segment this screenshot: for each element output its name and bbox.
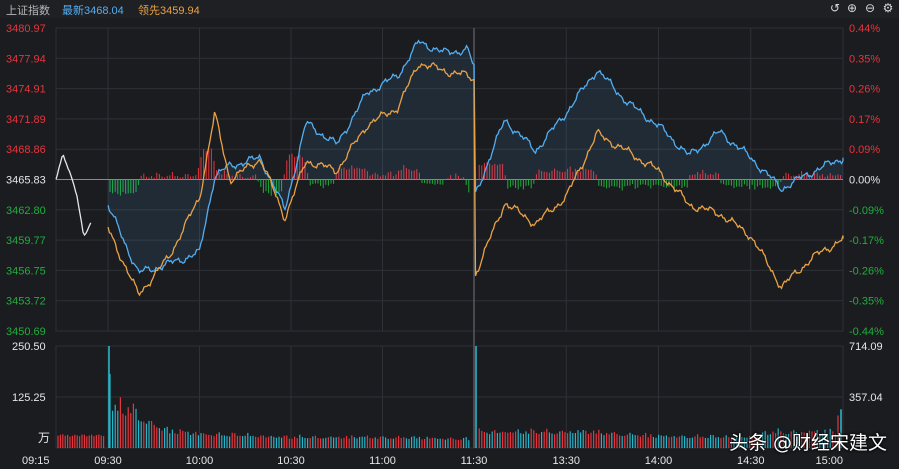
watermark: 头条 @财经宋建文 <box>728 432 887 454</box>
y-tick-label-left: 3468.86 <box>6 144 46 156</box>
x-tick-label: 09:30 <box>94 455 122 467</box>
x-tick-label: 11:00 <box>369 455 396 467</box>
y-tick-label-left: 3453.72 <box>6 296 46 308</box>
y-tick-label-right: 0.09% <box>849 144 880 156</box>
y-tick-label-left: 3471.89 <box>6 114 46 126</box>
volume-tick-label-left: 250.50 <box>12 341 46 353</box>
y-tick-label-left: 3474.91 <box>6 84 46 96</box>
volume-tick-label-left: 125.25 <box>12 392 46 404</box>
y-tick-label-right: 0.17% <box>849 114 880 126</box>
y-tick-label-left: 3456.75 <box>6 265 46 277</box>
x-tick-label: 13:30 <box>552 455 580 467</box>
y-tick-label-left: 3477.94 <box>6 53 46 65</box>
x-tick-label: 14:30 <box>737 455 765 467</box>
y-tick-label-right: -0.44% <box>849 326 884 338</box>
y-tick-label-right: -0.35% <box>849 296 884 308</box>
intraday-chart: 3480.97 0.44% 3477.94 0.35% 3474.91 0.26% 3471… <box>6 23 884 467</box>
volume-tick-label-right: 357.04 <box>849 392 883 404</box>
y-tick-label-right: 0.35% <box>849 53 880 65</box>
y-tick-label-left: 3462.80 <box>6 205 46 217</box>
x-tick-label: 14:00 <box>645 455 673 467</box>
volume-unit-label: 万 <box>38 431 50 445</box>
y-tick-label-left: 3450.69 <box>6 326 46 338</box>
y-tick-label-right: 0.00% <box>849 175 880 187</box>
x-tick-label: 10:00 <box>186 455 214 467</box>
x-tick-label: 09:15 <box>22 455 50 467</box>
x-tick-label: 11:30 <box>461 455 488 467</box>
y-tick-label-right: 0.26% <box>849 84 880 96</box>
x-tick-label: 10:30 <box>277 455 305 467</box>
y-tick-label-left: 3459.77 <box>6 235 46 247</box>
y-tick-label-left: 3465.83 <box>6 175 46 187</box>
y-tick-label-right: -0.26% <box>849 265 884 277</box>
x-tick-label: 15:00 <box>815 455 843 467</box>
y-tick-label-right: -0.17% <box>849 235 884 247</box>
y-tick-label-left: 3480.97 <box>6 23 46 35</box>
y-tick-label-right: -0.09% <box>849 205 884 217</box>
y-tick-label-right: 0.44% <box>849 23 880 35</box>
volume-tick-label-right: 714.09 <box>849 341 883 353</box>
